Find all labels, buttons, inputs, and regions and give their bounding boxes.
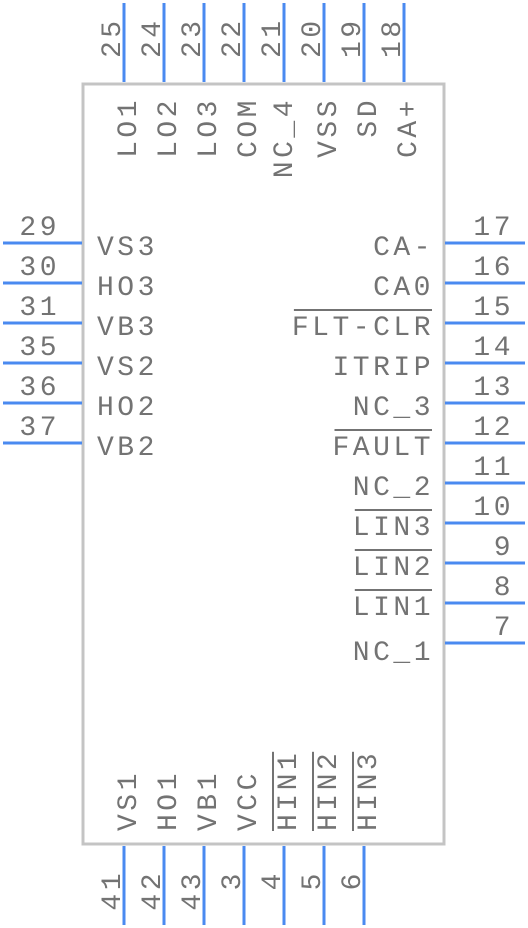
pin-number: 21 [258,17,289,58]
pin-number: 19 [338,17,369,58]
pin-name: VB2 [97,433,158,464]
pin-number: 9 [494,533,514,564]
pin-number: 20 [298,17,329,58]
pin-number: 25 [98,17,129,58]
pin-name: VSS [314,97,345,158]
pin-name: LIN1 [353,593,434,624]
pin-number: 14 [473,333,514,364]
pin-number: 12 [473,413,514,444]
pin-number: 13 [473,373,514,404]
pin-name: CA0 [373,273,434,304]
pin-name: VS1 [114,770,145,831]
pin-number: 5 [298,870,329,890]
pin-name: CA+ [394,97,425,158]
pin-number: 18 [378,17,409,58]
pin-number: 17 [473,213,514,244]
pin-name: LIN3 [353,513,434,544]
pin-name: COM [234,97,265,158]
pin-number: 37 [19,413,60,444]
pin-name: HO3 [97,273,158,304]
pin-name: FLT-CLR [292,313,434,344]
pin-number: 6 [338,870,369,890]
pin-name: NC_1 [353,638,434,669]
pin-number: 35 [19,333,60,364]
pin-number: 7 [494,613,514,644]
pin-name: HIN3 [354,750,385,831]
pin-name: LO3 [194,97,225,158]
pin-number: 22 [218,17,249,58]
pin-name: FAULT [332,433,434,464]
pin-number: 10 [473,493,514,524]
pin-name: VB1 [194,770,225,831]
ic-body [81,82,446,846]
pin-number: 24 [138,17,169,58]
pin-number: 30 [19,253,60,284]
pin-number: 4 [258,870,289,890]
pin-number: 15 [473,293,514,324]
pin-number: 43 [178,870,209,911]
pin-number: 8 [494,573,514,604]
pin-number: 23 [178,17,209,58]
pin-name: HO1 [154,770,185,831]
pin-number: 31 [19,293,60,324]
pin-name: LIN2 [353,553,434,584]
pin-number: 11 [473,453,514,484]
pin-name: ITRIP [332,353,434,384]
pin-number: 3 [218,870,249,890]
pin-name: HIN1 [274,750,305,831]
pin-name: LO2 [154,97,185,158]
pin-number: 29 [19,213,60,244]
pin-name: VCC [234,770,265,831]
pin-name: VS2 [97,353,158,384]
pin-name: VB3 [97,313,158,344]
pin-name: LO1 [114,97,145,158]
pin-number: 36 [19,373,60,404]
pin-name: NC_2 [353,473,434,504]
pin-number: 41 [98,870,129,911]
pin-name: HO2 [97,393,158,424]
ic-schematic-symbol: 29VS330HO331VB335VS236HO237VB217CA-16CA0… [3,3,525,925]
pin-name: NC_3 [353,393,434,424]
pin-number: 16 [473,253,514,284]
pin-number: 42 [138,870,169,911]
pin-name: SD [354,97,385,138]
pin-name: VS3 [97,233,158,264]
pin-name: CA- [373,233,434,264]
pin-name: HIN2 [314,750,345,831]
pin-name: NC_4 [270,97,301,178]
